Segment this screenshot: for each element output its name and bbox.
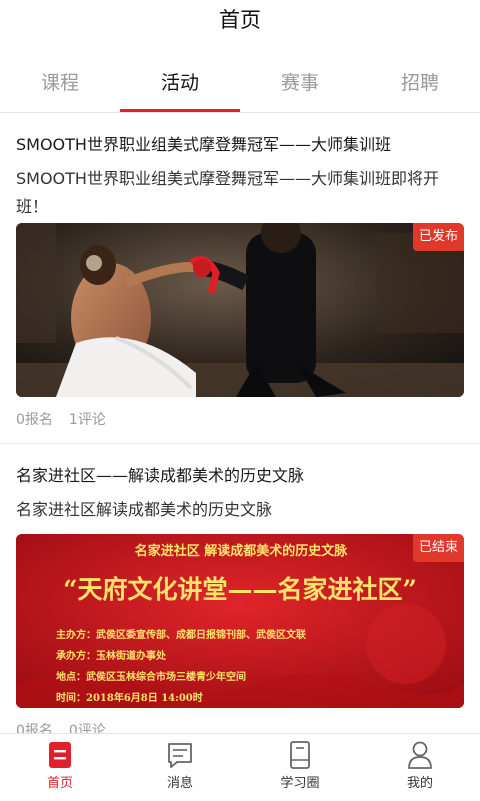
signup-count: 0报名	[16, 723, 53, 733]
comment-count[interactable]: 1评论	[69, 412, 106, 428]
activity-card[interactable]: SMOOTH世界职业组美式摩登舞冠军——大师集训班 SMOOTH世界职业组美式摩…	[0, 113, 480, 444]
activity-title[interactable]: SMOOTH世界职业组美式摩登舞冠军——大师集训班	[16, 131, 466, 155]
activity-meta: 0报名 1评论	[16, 409, 122, 429]
category-tabs: 课程 活动 赛事 招聘	[0, 56, 480, 113]
status-badge: 已发布	[412, 223, 464, 251]
activity-description: 名家进社区解读成都美术的历史文脉	[16, 500, 273, 519]
dance-photo	[16, 223, 464, 397]
user-icon	[408, 741, 432, 769]
tabbar-home[interactable]: 首页	[0, 734, 120, 801]
activity-description: SMOOTH世界职业组美式摩登舞冠军——大师集训班即将开班！	[16, 169, 439, 216]
poster-headline: 名家进社区 解读成都美术的历史文脉	[134, 544, 348, 559]
message-icon	[168, 743, 192, 768]
poster-main-title: “天府文化讲堂——名家进社区”	[63, 575, 417, 604]
activity-image[interactable]: 已发布	[16, 223, 464, 397]
activity-card[interactable]: 名家进社区——解读成都美术的历史文脉 名家进社区解读成都美术的历史文脉 名家进社…	[0, 444, 480, 733]
activity-feed[interactable]: SMOOTH世界职业组美式摩登舞冠军——大师集训班 SMOOTH世界职业组美式摩…	[0, 113, 480, 733]
tabbar-label: 我的	[406, 776, 433, 791]
tabbar-label: 学习圈	[280, 776, 320, 791]
status-badge: 已结束	[412, 534, 464, 562]
poster-time: 时间：2018年6月8日 14:00时	[56, 693, 203, 704]
activity-meta: 0报名 0评论	[16, 720, 122, 733]
tabbar-messages[interactable]: 消息	[120, 734, 240, 801]
tab-courses[interactable]: 课程	[0, 68, 120, 95]
page-title: 首页	[219, 8, 261, 32]
tab-competitions[interactable]: 赛事	[240, 68, 360, 95]
signup-count: 0报名	[16, 412, 53, 428]
poster-venue: 地点：武侯区玉林综合市场三楼青少年空间	[56, 672, 246, 683]
comment-count[interactable]: 0评论	[69, 723, 106, 733]
tabbar-study-circle[interactable]: 学习圈	[240, 734, 360, 801]
tabbar-profile[interactable]: 我的	[360, 734, 480, 801]
active-tab-indicator	[120, 109, 240, 112]
book-icon	[290, 741, 310, 769]
activity-image[interactable]: 名家进社区 解读成都美术的历史文脉 “天府文化讲堂——名家进社区” 主办方：武侯…	[16, 534, 464, 708]
top-header: 首页	[0, 0, 480, 40]
bottom-tab-bar: 首页 消息 学习圈 我的	[0, 733, 480, 801]
poster-co-organizer: 承办方：玉林街道办事处	[56, 651, 166, 662]
poster-organizer: 主办方：武侯区委宣传部、成都日报锦刊部、武侯区文联	[56, 630, 306, 641]
tabbar-label: 首页	[46, 776, 73, 791]
tabbar-label: 消息	[166, 776, 193, 791]
tab-recruitment[interactable]: 招聘	[360, 68, 480, 95]
activity-title[interactable]: 名家进社区——解读成都美术的历史文脉	[16, 462, 466, 486]
tab-activities[interactable]: 活动	[120, 68, 240, 95]
home-icon	[49, 742, 71, 768]
